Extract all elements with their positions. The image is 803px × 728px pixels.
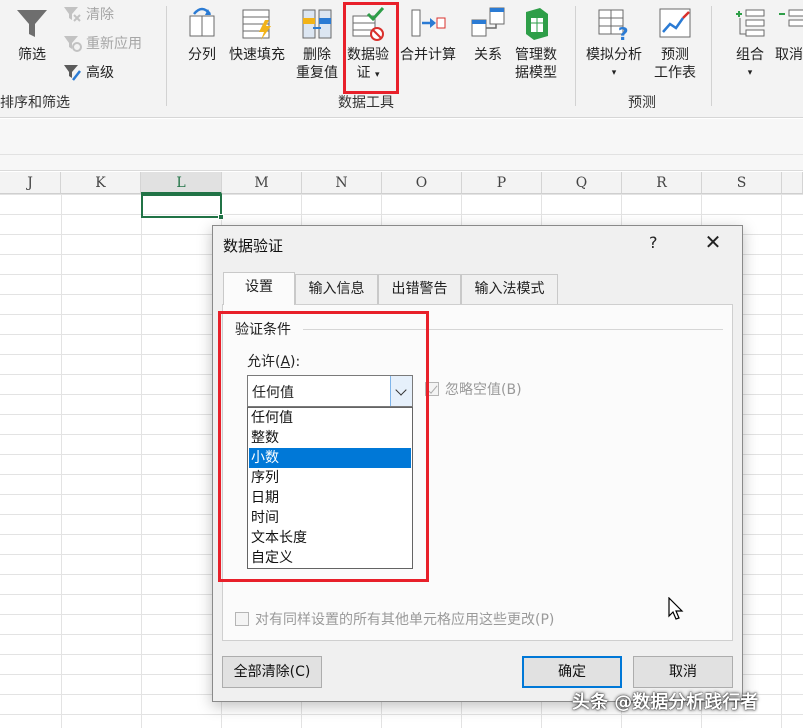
column-header[interactable]: M bbox=[222, 172, 302, 194]
ungroup-label: 取消 bbox=[775, 47, 803, 63]
group-separator bbox=[575, 6, 576, 106]
remove-duplicates-icon bbox=[299, 6, 335, 42]
group-label-forecast: 预测 bbox=[628, 95, 656, 111]
manage-data-model-button[interactable]: 管理数 据模型 bbox=[515, 6, 557, 82]
fill-handle[interactable] bbox=[218, 214, 224, 220]
apply-all-checkbox[interactable]: 对有同样设置的所有其他单元格应用这些更改(P) bbox=[235, 609, 554, 629]
funnel-icon bbox=[14, 6, 50, 42]
help-icon[interactable]: ? bbox=[649, 233, 658, 252]
annotation-highlight-box bbox=[218, 311, 429, 582]
relationships-icon bbox=[470, 6, 506, 42]
column-header[interactable]: K bbox=[61, 172, 141, 194]
manage-data-model-label-1: 管理数 bbox=[515, 47, 557, 63]
filter-button[interactable]: 筛选 bbox=[14, 6, 50, 64]
flash-fill-label: 快速填充 bbox=[229, 47, 285, 63]
svg-text:?: ? bbox=[618, 24, 628, 42]
what-if-analysis-button[interactable]: ? 模拟分析 ▾ bbox=[586, 6, 642, 82]
column-header-active[interactable]: L bbox=[141, 172, 222, 194]
column-header[interactable] bbox=[782, 172, 803, 194]
tab-settings[interactable]: 设置 bbox=[223, 272, 295, 305]
formula-bar-area[interactable] bbox=[0, 119, 803, 171]
manage-data-model-label-2: 据模型 bbox=[515, 65, 557, 81]
chevron-down-icon: ▾ bbox=[747, 68, 753, 78]
forecast-sheet-label-1: 预测 bbox=[661, 47, 689, 63]
reapply-button[interactable]: 重新应用 bbox=[62, 33, 142, 53]
what-if-label: 模拟分析 bbox=[586, 47, 642, 63]
ignore-blank-label: 忽略空值(B) bbox=[445, 382, 522, 398]
clear-filter-button[interactable]: 清除 bbox=[62, 4, 114, 24]
clear-filter-label: 清除 bbox=[86, 7, 114, 23]
group-label: 组合 bbox=[736, 47, 764, 63]
advanced-filter-button[interactable]: 高级 bbox=[62, 62, 114, 82]
what-if-icon: ? bbox=[596, 6, 632, 45]
ignore-blank-checkbox[interactable]: 忽略空值(B) bbox=[425, 379, 522, 399]
text-to-columns-button[interactable]: 分列 bbox=[184, 6, 220, 64]
clear-all-button[interactable]: 全部清除(C) bbox=[222, 656, 322, 688]
ungroup-icon bbox=[775, 6, 803, 42]
consolidate-button[interactable]: 合并计算 bbox=[400, 6, 456, 64]
cancel-button[interactable]: 取消 bbox=[633, 656, 733, 688]
text-to-columns-label: 分列 bbox=[188, 47, 216, 63]
consolidate-icon bbox=[410, 6, 446, 42]
flash-fill-button[interactable]: 快速填充 bbox=[229, 6, 285, 64]
text-to-columns-icon bbox=[184, 6, 220, 42]
remove-duplicates-label-1: 删除 bbox=[303, 47, 331, 63]
column-header[interactable]: S bbox=[702, 172, 782, 194]
divider bbox=[0, 154, 803, 155]
column-header[interactable]: J bbox=[0, 172, 61, 194]
remove-duplicates-button[interactable]: 删除 重复值 bbox=[296, 6, 338, 82]
reapply-icon bbox=[62, 33, 82, 53]
group-separator bbox=[711, 6, 712, 106]
gridline bbox=[141, 194, 142, 728]
relationships-label: 关系 bbox=[474, 47, 502, 63]
group-separator bbox=[166, 6, 167, 106]
column-header[interactable]: P bbox=[462, 172, 542, 194]
checkbox-icon bbox=[235, 612, 249, 626]
flash-fill-icon bbox=[239, 6, 275, 42]
ungroup-button[interactable]: 取消 bbox=[775, 6, 803, 64]
column-header[interactable]: Q bbox=[542, 172, 622, 194]
dialog-title: 数据验证 bbox=[223, 237, 284, 255]
forecast-sheet-button[interactable]: 预测 工作表 bbox=[654, 6, 696, 82]
data-model-icon bbox=[518, 6, 554, 42]
forecast-sheet-label-2: 工作表 bbox=[654, 65, 696, 81]
remove-duplicates-label-2: 重复值 bbox=[296, 65, 338, 81]
gridline bbox=[61, 194, 62, 728]
gridline bbox=[781, 194, 782, 728]
advanced-filter-icon bbox=[62, 62, 82, 82]
close-icon[interactable]: ✕ bbox=[703, 230, 723, 254]
relationships-button[interactable]: 关系 bbox=[470, 6, 506, 64]
ribbon-highlight-box bbox=[343, 2, 399, 94]
clear-filter-icon bbox=[62, 4, 82, 24]
selected-cell[interactable] bbox=[141, 194, 224, 220]
tab-input-message[interactable]: 输入信息 bbox=[295, 274, 378, 304]
group-button[interactable]: 组合 ▾ bbox=[732, 6, 768, 82]
column-header[interactable]: R bbox=[622, 172, 702, 194]
tab-error-alert[interactable]: 出错警告 bbox=[378, 274, 461, 304]
tab-ime-mode[interactable]: 输入法模式 bbox=[461, 274, 558, 304]
mouse-cursor-icon bbox=[668, 596, 684, 625]
ok-button[interactable]: 确定 bbox=[522, 656, 622, 688]
group-label-sort-filter: 排序和筛选 bbox=[0, 95, 70, 111]
column-header[interactable]: O bbox=[382, 172, 462, 194]
filter-label: 筛选 bbox=[18, 47, 46, 63]
group-label-data-tools: 数据工具 bbox=[338, 95, 394, 111]
watermark: 头条 @数据分析践行者 bbox=[572, 692, 759, 713]
advanced-filter-label: 高级 bbox=[86, 65, 114, 81]
consolidate-label: 合并计算 bbox=[400, 47, 456, 63]
reapply-label: 重新应用 bbox=[86, 36, 142, 52]
chevron-down-icon: ▾ bbox=[611, 68, 617, 78]
apply-all-label: 对有同样设置的所有其他单元格应用这些更改(P) bbox=[255, 612, 555, 628]
group-rows-icon bbox=[732, 6, 768, 42]
column-header[interactable]: N bbox=[302, 172, 382, 194]
ribbon: 筛选 清除 重新应用 高级 排序和筛选 分列 快速填充 删除 重复值 数据验 证… bbox=[0, 0, 803, 118]
forecast-sheet-icon bbox=[657, 6, 693, 42]
